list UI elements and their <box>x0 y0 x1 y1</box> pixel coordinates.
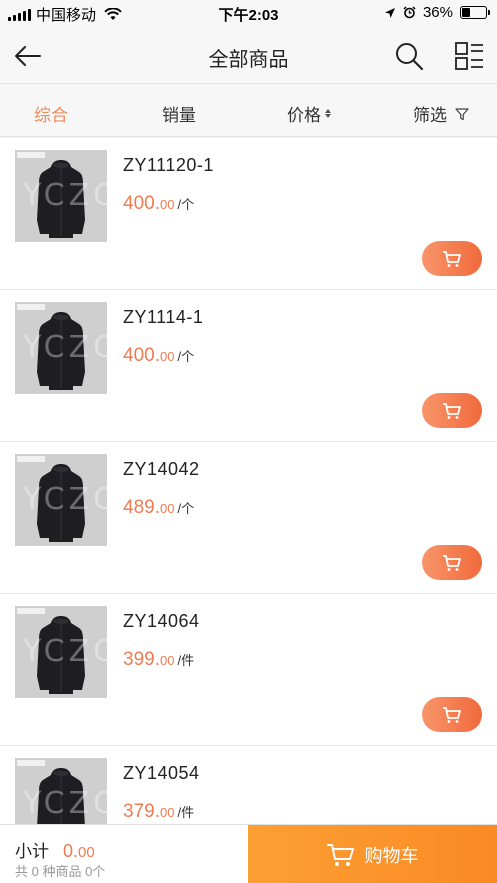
product-item[interactable]: YCZC ZY14042 489.00/个 <box>0 442 497 594</box>
product-item[interactable]: YCZC ZY11120-1 400.00/个 <box>0 138 497 290</box>
cart-label: 购物车 <box>364 845 419 866</box>
product-list: YCZC ZY11120-1 400.00/个 YCZC ZY1114-1 40… <box>0 138 497 824</box>
price-decimal: 00 <box>159 805 175 820</box>
product-code[interactable]: ZY1114-1 <box>123 307 203 328</box>
filter-bar: 综合 销量 价格 筛选 <box>0 85 497 137</box>
filter-tab-sales[interactable]: 销量 <box>162 101 196 126</box>
add-to-cart-button[interactable] <box>422 545 482 580</box>
product-item[interactable]: YCZC ZY14054 379.00/件 <box>0 746 497 824</box>
product-code[interactable]: ZY11120-1 <box>123 155 214 176</box>
location-icon <box>384 7 395 18</box>
product-item[interactable]: YCZC ZY1114-1 400.00/个 <box>0 290 497 442</box>
filter-label: 销量 <box>162 106 196 125</box>
price-integer: 399. <box>123 649 160 670</box>
watermark: YCZC <box>23 786 107 821</box>
cart-summary: 共 0 种商品 0个 <box>15 864 106 879</box>
product-code[interactable]: ZY14064 <box>123 611 200 632</box>
price-decimal: 00 <box>159 349 175 364</box>
product-tag <box>17 456 45 462</box>
alarm-icon <box>403 6 416 19</box>
price-unit: /个 <box>177 197 195 212</box>
product-item[interactable]: YCZC ZY14064 399.00/件 <box>0 594 497 746</box>
watermark: YCZC <box>23 330 107 365</box>
subtotal-amount: 0.00 <box>63 841 95 862</box>
filter-tab-price[interactable]: 价格 <box>287 101 331 126</box>
watermark: YCZC <box>23 482 107 517</box>
cart-icon <box>443 706 461 723</box>
subtotal-integer: 0. <box>63 841 79 861</box>
product-image[interactable]: YCZC <box>15 454 107 546</box>
add-to-cart-button[interactable] <box>422 393 482 428</box>
layout-toggle-icon[interactable] <box>453 40 485 72</box>
nav-bar: 全部商品 <box>0 28 497 84</box>
filter-label: 筛选 <box>413 106 447 125</box>
price-decimal: 00 <box>159 197 175 212</box>
product-tag <box>17 760 45 766</box>
product-price: 400. 00/个 <box>123 345 194 367</box>
product-tag <box>17 608 45 614</box>
price-unit: /个 <box>177 501 195 516</box>
watermark: YCZC <box>23 178 107 213</box>
price-integer: 489. <box>123 497 160 518</box>
product-image[interactable]: YCZC <box>15 150 107 242</box>
filter-label: 价格 <box>287 106 321 125</box>
battery-icon <box>460 6 490 19</box>
filter-tab-comprehensive[interactable]: 综合 <box>34 101 68 126</box>
product-price: 400. 00/个 <box>123 193 194 215</box>
watermark: YCZC <box>23 634 107 669</box>
cart-icon <box>326 843 354 866</box>
product-code[interactable]: ZY14054 <box>123 763 200 784</box>
cart-icon <box>443 554 461 571</box>
price-decimal: 00 <box>159 653 175 668</box>
price-integer: 400. <box>123 345 160 366</box>
cart-icon <box>443 250 461 267</box>
subtotal-decimal: 00 <box>78 844 95 861</box>
product-tag <box>17 304 45 310</box>
price-integer: 379. <box>123 801 160 822</box>
battery-percent: 36% <box>422 4 453 21</box>
bottom-bar: 小计 0.00 共 0 种商品 0个 购物车 <box>0 824 497 883</box>
product-image[interactable]: YCZC <box>15 302 107 394</box>
product-image[interactable]: YCZC <box>15 606 107 698</box>
search-icon[interactable] <box>393 40 425 72</box>
subtotal: 小计 0.00 <box>15 837 95 862</box>
subtotal-label: 小计 <box>15 842 49 861</box>
product-price: 399. 00/件 <box>123 649 194 671</box>
price-unit: /件 <box>177 653 195 668</box>
product-tag <box>17 152 45 158</box>
cart-icon <box>443 402 461 419</box>
filter-tab-filter[interactable]: 筛选 <box>413 101 469 126</box>
add-to-cart-button[interactable] <box>422 241 482 276</box>
sort-arrows-icon <box>325 109 331 118</box>
shopping-cart-button[interactable]: 购物车 <box>248 825 497 883</box>
filter-label: 综合 <box>34 106 68 125</box>
price-unit: /个 <box>177 349 195 364</box>
product-image[interactable]: YCZC <box>15 758 107 824</box>
status-bar: 中国移动 下午2:03 36% <box>0 0 497 28</box>
funnel-icon <box>455 107 469 120</box>
price-decimal: 00 <box>159 501 175 516</box>
product-code[interactable]: ZY14042 <box>123 459 200 480</box>
add-to-cart-button[interactable] <box>422 697 482 732</box>
product-price: 489. 00/个 <box>123 497 194 519</box>
product-price: 379. 00/件 <box>123 801 194 823</box>
price-unit: /件 <box>177 805 195 820</box>
price-integer: 400. <box>123 193 160 214</box>
